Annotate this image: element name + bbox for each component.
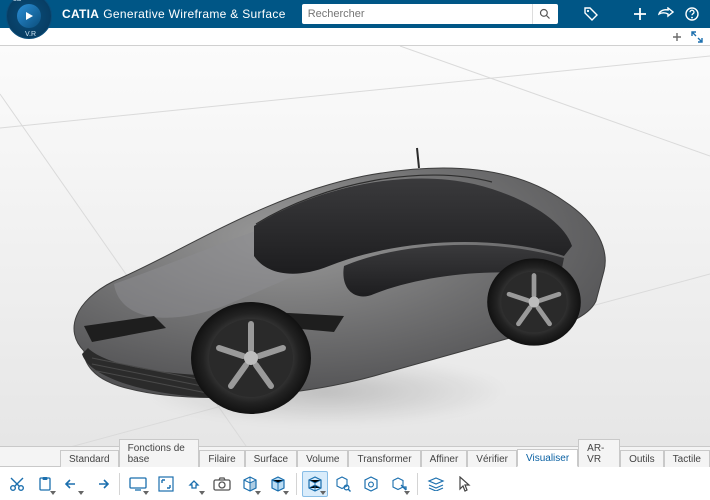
undo-button[interactable] xyxy=(60,471,86,497)
cube-icon xyxy=(270,476,286,492)
monitor-icon xyxy=(129,477,147,491)
pointer-icon xyxy=(457,476,471,492)
3d-viewport[interactable] xyxy=(0,46,710,446)
capture-button[interactable] xyxy=(209,471,235,497)
tab-basics[interactable]: Fonctions de base xyxy=(119,439,200,467)
compass-3d-label: 3D xyxy=(13,0,22,3)
search-icon xyxy=(539,8,551,20)
arrowbox-icon xyxy=(391,476,407,492)
bottom-toolbar xyxy=(0,466,710,500)
app-brand-name: CATIA xyxy=(62,7,99,21)
tab-standard[interactable]: Standard xyxy=(60,450,119,467)
app-title: CATIA Generative Wireframe & Surface xyxy=(62,7,286,21)
tag-icon xyxy=(583,6,599,22)
fitall-icon xyxy=(158,476,174,492)
recenter-button[interactable] xyxy=(181,471,207,497)
tab-check[interactable]: Vérifier xyxy=(467,450,517,467)
expand-button[interactable] xyxy=(690,30,704,44)
toolbar-separator xyxy=(417,473,418,495)
magnify-box-button[interactable] xyxy=(330,471,356,497)
header-actions xyxy=(632,6,704,22)
wirebox-icon xyxy=(307,476,323,492)
display-mode-button[interactable] xyxy=(237,471,263,497)
expand-icon xyxy=(691,31,703,43)
help-button[interactable] xyxy=(684,6,700,22)
redo-icon xyxy=(93,477,109,491)
cube-view-button[interactable] xyxy=(265,471,291,497)
pointer-button[interactable] xyxy=(451,471,477,497)
toolbar-separator xyxy=(296,473,297,495)
compass-widget[interactable]: 3D V.R xyxy=(6,0,52,33)
tab-wireframe[interactable]: Filaire xyxy=(199,450,244,467)
tab-tools[interactable]: Outils xyxy=(620,450,664,467)
arrow-box-button[interactable] xyxy=(386,471,412,497)
tab-refine[interactable]: Affiner xyxy=(421,450,468,467)
car-model[interactable] xyxy=(44,106,624,436)
wirebox-button[interactable] xyxy=(302,471,328,497)
tag-button[interactable] xyxy=(580,6,602,22)
plus-icon xyxy=(633,7,647,21)
fit-all-button[interactable] xyxy=(153,471,179,497)
redo-button[interactable] xyxy=(88,471,114,497)
add-small-button[interactable] xyxy=(670,30,684,44)
play-icon[interactable] xyxy=(17,4,41,28)
tab-volume[interactable]: Volume xyxy=(297,450,348,467)
magbox-icon xyxy=(335,476,351,492)
camera-icon xyxy=(213,477,231,491)
clipboard-icon xyxy=(37,476,53,492)
cut-button[interactable] xyxy=(4,471,30,497)
search-input[interactable] xyxy=(302,4,532,24)
share-button[interactable] xyxy=(658,6,674,22)
recenter-icon xyxy=(186,476,202,492)
search-bar xyxy=(302,4,572,24)
undo-icon xyxy=(65,477,81,491)
tab-tactile[interactable]: Tactile xyxy=(664,450,710,467)
layers-icon xyxy=(427,477,445,491)
tab-transform[interactable]: Transformer xyxy=(348,450,420,467)
isobox-icon xyxy=(363,476,379,492)
toolbar-separator xyxy=(119,473,120,495)
layers-button[interactable] xyxy=(423,471,449,497)
iso-box-button[interactable] xyxy=(358,471,384,497)
view-mode-button[interactable] xyxy=(125,471,151,497)
app-module-name: Generative Wireframe & Surface xyxy=(103,7,285,21)
compass-vr-label: V.R xyxy=(25,31,36,38)
share-icon xyxy=(658,7,674,21)
app-header: 3D V.R CATIAGenerative Wireframe & Surfa… xyxy=(0,0,710,28)
tab-surface[interactable]: Surface xyxy=(245,450,297,467)
search-button[interactable] xyxy=(532,4,558,24)
scissors-icon xyxy=(9,476,25,492)
add-button[interactable] xyxy=(632,6,648,22)
sub-header xyxy=(0,28,710,46)
shading-icon xyxy=(242,476,258,492)
tab-view[interactable]: Visualiser xyxy=(517,449,578,467)
help-icon xyxy=(685,7,699,21)
command-tabs: Standard Fonctions de base Filaire Surfa… xyxy=(0,446,710,466)
tab-arvr[interactable]: AR-VR xyxy=(578,439,620,467)
plus-small-icon xyxy=(672,32,682,42)
paste-button[interactable] xyxy=(32,471,58,497)
